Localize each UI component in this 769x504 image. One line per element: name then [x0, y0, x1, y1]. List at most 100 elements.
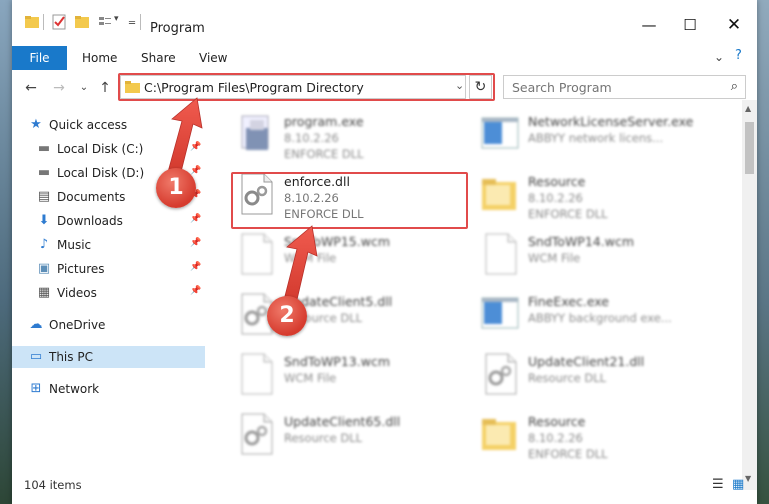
file-detail: Resource DLL — [528, 371, 607, 385]
sidebar-item-videos[interactable]: ▦ Videos 📌 — [12, 282, 205, 304]
file-name: SndToWP14.wcm — [528, 234, 634, 249]
file-item[interactable]: UpdateClient21.dll Resource DLL — [478, 352, 713, 410]
pin-icon[interactable]: 📌 — [190, 142, 201, 152]
file-icon — [241, 233, 273, 275]
sidebar-item-network[interactable]: ⊞ Network — [12, 378, 205, 400]
pin-icon[interactable]: 📌 — [190, 262, 201, 272]
computer-icon: ▭ — [29, 349, 43, 364]
file-item[interactable]: program.exe 8.10.2.26 ENFORCE DLL — [234, 112, 469, 170]
file-detail: WCM File — [284, 251, 337, 265]
cloud-icon: ☁ — [29, 317, 43, 332]
details-view-icon[interactable]: ☰ — [712, 477, 724, 492]
ribbon — [12, 44, 757, 72]
sidebar-item-label: Quick access — [49, 118, 128, 132]
file-item[interactable]: Resource 8.10.2.26 ENFORCE DLL — [478, 172, 713, 230]
minimize-icon[interactable]: — — [639, 17, 659, 33]
desktop-background-left — [0, 0, 12, 504]
file-detail: ABBYY network licens... — [528, 131, 664, 145]
sidebar-item-downloads[interactable]: ⬇ Downloads 📌 — [12, 210, 205, 232]
file-item[interactable]: SndToWP13.wcm WCM File — [234, 352, 469, 410]
pin-icon[interactable]: 📌 — [190, 238, 201, 248]
search-icon: ⌕ — [730, 79, 738, 94]
folder-icon — [25, 16, 39, 28]
window-title: Program — [150, 21, 205, 36]
sidebar-item-label: OneDrive — [49, 318, 106, 332]
drive-icon: ▬ — [37, 141, 51, 156]
file-name: SndToWP15.wcm — [284, 234, 390, 249]
file-detail: ENFORCE DLL — [528, 447, 608, 461]
separator — [43, 14, 44, 30]
sidebar-item-label: Documents — [57, 190, 126, 204]
file-item[interactable]: FineExec.exe ABBYY background exe... — [478, 292, 713, 350]
file-detail: 8.10.2.26 — [528, 191, 583, 205]
file-name: FineExec.exe — [528, 294, 609, 309]
file-detail: ENFORCE DLL — [284, 147, 364, 161]
videos-icon: ▦ — [37, 285, 51, 300]
tab-view[interactable]: View — [199, 51, 227, 65]
program-icon — [241, 115, 269, 150]
sidebar-item-local-disk-c[interactable]: ▬ Local Disk (C:) 📌 — [12, 138, 205, 160]
file-name: UpdateClient65.dll — [284, 414, 401, 429]
sidebar-item-quick-access[interactable]: ★ Quick access — [12, 114, 205, 136]
expand-ribbon-icon[interactable]: ⌄ — [714, 50, 724, 64]
sidebar-item-label: Videos — [57, 286, 97, 300]
scroll-down-icon[interactable]: ▼ — [745, 474, 751, 483]
tab-share[interactable]: Share — [141, 51, 176, 65]
sidebar-item-onedrive[interactable]: ☁ OneDrive — [12, 314, 205, 336]
forward-arrow-icon[interactable]: → — [50, 80, 68, 96]
search-box[interactable]: ⌕ — [503, 75, 746, 99]
file-detail: WCM File — [528, 251, 581, 265]
close-icon[interactable]: ✕ — [724, 17, 744, 34]
scroll-up-icon[interactable]: ▲ — [745, 104, 751, 113]
network-icon: ⊞ — [30, 381, 42, 396]
file-item[interactable]: SndToWP15.wcm WCM File — [234, 232, 469, 290]
file-name: NetworkLicenseServer.exe — [528, 114, 694, 129]
properties-icon[interactable] — [51, 14, 67, 30]
search-input[interactable] — [512, 78, 712, 96]
sidebar-item-music[interactable]: ♪ Music 📌 — [12, 234, 205, 256]
file-name: Resource — [528, 414, 586, 429]
application-icon — [481, 117, 519, 149]
scroll-thumb[interactable] — [745, 122, 754, 174]
pin-icon[interactable]: 📌 — [190, 286, 201, 296]
quick-access-toolbar-icon[interactable] — [97, 14, 113, 30]
sidebar-item-pictures[interactable]: ▣ Pictures 📌 — [12, 258, 205, 280]
customize-icon[interactable]: ═ — [129, 18, 135, 34]
documents-icon: ▤ — [37, 189, 51, 204]
status-item-count: 104 items — [24, 478, 82, 492]
sidebar-item-label: Network — [49, 382, 100, 396]
help-icon[interactable]: ? — [735, 48, 742, 63]
star-icon: ★ — [30, 117, 42, 132]
file-item[interactable]: Resource 8.10.2.26 ENFORCE DLL — [478, 412, 713, 470]
file-item[interactable]: NetworkLicenseServer.exe ABBYY network li… — [478, 112, 713, 170]
desktop-background-right — [757, 0, 769, 504]
separator — [140, 14, 141, 30]
tab-file[interactable]: File — [12, 46, 67, 70]
folder-icon — [482, 419, 516, 450]
recent-locations-icon[interactable]: ⌄ — [75, 82, 93, 93]
up-arrow-icon[interactable]: ↑ — [96, 80, 114, 96]
sidebar-item-this-pc[interactable]: ▭ This PC — [12, 346, 205, 368]
title-bar: ▾ ═ Program — ☐ ✕ — [12, 0, 757, 40]
file-name: program.exe — [284, 114, 364, 129]
download-icon: ⬇ — [38, 213, 50, 228]
drive-icon: ▬ — [37, 165, 51, 180]
dll-file-icon — [241, 413, 273, 455]
application-icon — [481, 297, 519, 329]
file-item[interactable]: UpdateClient65.dll Resource DLL — [234, 412, 469, 470]
file-detail: 8.10.2.26 — [528, 431, 583, 445]
file-detail: 8.10.2.26 — [284, 131, 339, 145]
pin-icon[interactable]: 📌 — [190, 214, 201, 224]
toolbar-dropdown-icon[interactable]: ▾ — [114, 14, 119, 30]
maximize-icon[interactable]: ☐ — [680, 17, 700, 33]
pin-icon[interactable]: 📌 — [190, 166, 201, 176]
file-item[interactable]: SndToWP14.wcm WCM File — [478, 232, 713, 290]
tab-home[interactable]: Home — [82, 51, 117, 65]
new-folder-icon[interactable] — [74, 14, 90, 30]
vertical-scrollbar[interactable]: ▲ ▼ — [742, 100, 757, 490]
sidebar-item-label: Local Disk (C:) — [57, 142, 144, 156]
large-icons-view-icon[interactable]: ▦ — [732, 477, 744, 492]
back-arrow-icon[interactable]: ← — [22, 80, 40, 96]
annotation-badge-1: 1 — [156, 168, 196, 208]
file-detail: Resource DLL — [284, 431, 363, 445]
